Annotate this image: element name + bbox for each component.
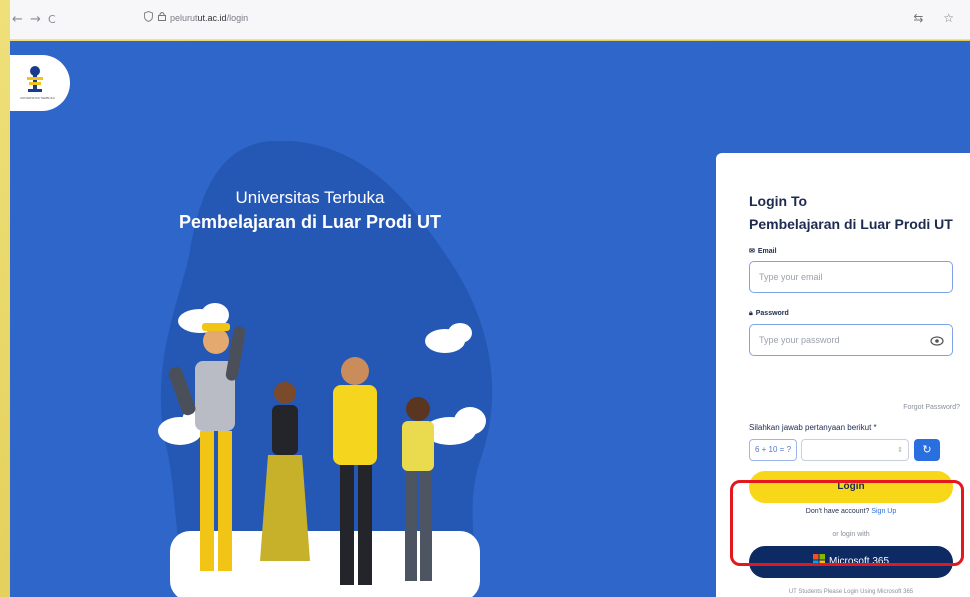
eye-icon[interactable] — [930, 334, 944, 348]
url-path: /login — [226, 13, 249, 23]
url-domain: ut.ac.id — [197, 13, 227, 23]
captcha-question: Silahkan jawab pertanyaan berikut * — [749, 423, 877, 432]
stepper-icon[interactable]: ⇕ — [897, 446, 903, 454]
login-title-line1: Login To — [749, 193, 808, 209]
captcha-answer-input[interactable]: ⇕ — [801, 439, 909, 461]
password-field[interactable]: Type your password — [749, 324, 953, 356]
logo-badge[interactable]: UNIVERSITAS TERBUKA — [10, 55, 70, 111]
forgot-password-link[interactable]: Forgot Password? — [903, 404, 960, 411]
lock-icon[interactable] — [158, 11, 166, 21]
shield-icon[interactable] — [144, 11, 153, 22]
url-prefix: pelurut — [170, 13, 198, 23]
lock-icon: 🔒︎ — [749, 310, 753, 317]
university-logo — [27, 66, 43, 92]
browser-toolbar: ← → C pelurutut.ac.id/login ⇆ ☆ — [10, 0, 970, 40]
captcha-expression: 6 + 10 = ? — [749, 439, 797, 461]
hero-subtitle: Universitas Terbuka — [235, 188, 385, 207]
logo-caption: UNIVERSITAS TERBUKA — [20, 96, 55, 100]
highlight-box — [730, 480, 964, 566]
hero-heading: Pembelajaran di Luar Prodi UT — [178, 212, 442, 232]
email-label-text: Email — [757, 248, 777, 255]
email-field[interactable]: Type your email — [749, 261, 953, 293]
login-title: Login To Pembelajaran di Luar Prodi UT — [749, 193, 953, 232]
hero-title: Universitas Terbuka Pembelajaran di Luar… — [160, 188, 460, 233]
students-illustration — [158, 303, 486, 597]
password-label-text: Password — [755, 310, 789, 317]
back-icon[interactable]: ← — [12, 12, 23, 27]
address-bar[interactable]: pelurutut.ac.id/login — [170, 13, 248, 23]
envelope-icon: ✉ — [749, 248, 755, 255]
microsoft-login-note: UT Students Please Login Using Microsoft… — [788, 589, 914, 595]
email-label: ✉ Email — [749, 247, 777, 255]
login-title-line2: Pembelajaran di Luar Prodi UT — [749, 216, 953, 232]
toolbar-right-icons[interactable]: ⇆ ☆ — [913, 11, 962, 25]
reload-icon[interactable]: C — [48, 13, 56, 26]
password-label: 🔒︎ Password — [749, 310, 789, 318]
refresh-captcha-button[interactable]: ↻ — [914, 439, 940, 461]
password-placeholder: Type your password — [759, 335, 840, 345]
email-placeholder: Type your email — [759, 272, 823, 282]
forward-icon[interactable]: → — [30, 12, 41, 27]
